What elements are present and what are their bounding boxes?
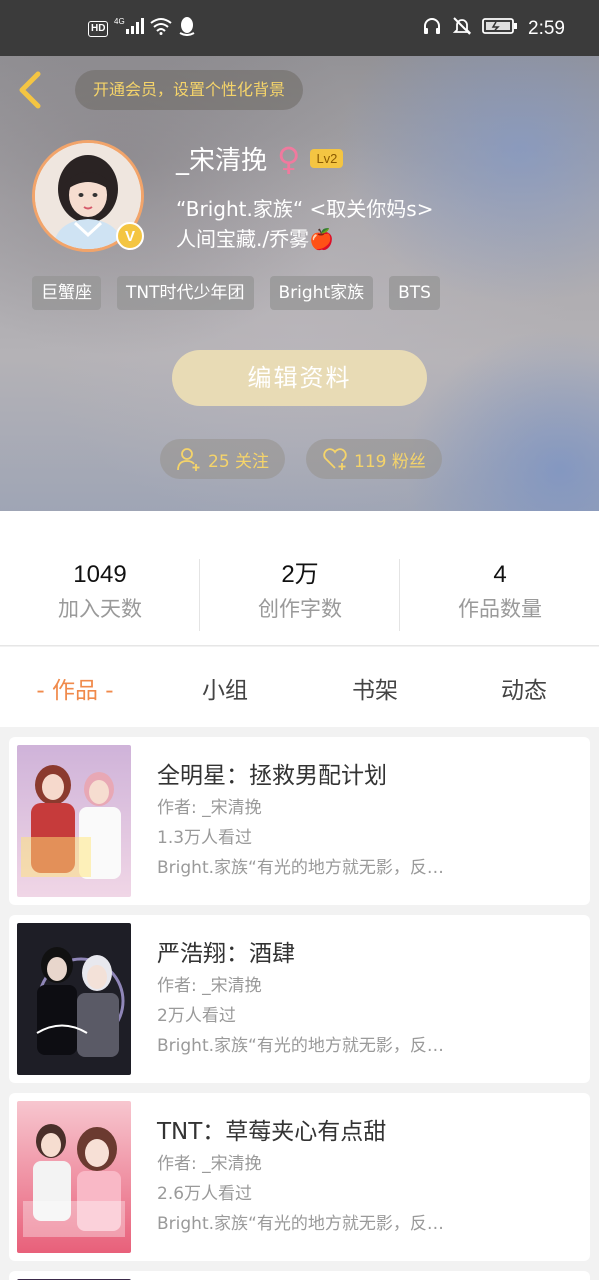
back-button[interactable] (14, 70, 50, 110)
status-bar: HD 4G 2:59 (0, 0, 599, 56)
stat-label: 加入天数 (58, 597, 142, 621)
cellular-signal-icon: 4G (114, 16, 145, 41)
stats-panel: 1049 加入天数 2万 创作字数 4 作品数量 (0, 511, 599, 646)
battery-icon (482, 17, 518, 40)
list-item[interactable]: 全明星：拯救男配计划 作者: _宋清挽 1.3万人看过 Bright.家族“有光… (9, 737, 590, 905)
name-row: _宋清挽 ♀ Lv2 (176, 139, 344, 178)
stat-value: 4 (493, 561, 507, 588)
book-cover (17, 1101, 131, 1253)
list-item[interactable]: TNT：草莓夹心有点甜 作者: _宋清挽 2.6万人看过 Bright.家族“有… (9, 1093, 590, 1261)
following-count: 25 关注 (208, 451, 270, 472)
hd-indicator: HD (88, 20, 109, 37)
stat-value: 2万 (281, 561, 319, 588)
book-author: 作者: _宋清挽 (157, 976, 262, 996)
tag-item[interactable]: Bright家族 (269, 276, 374, 310)
book-description: Bright.家族“有光的地方就无影，反… (157, 1036, 444, 1056)
book-views: 1.3万人看过 (157, 828, 253, 848)
level-badge: Lv2 (310, 149, 344, 168)
profile-tabs: - 作品 - 小组 书架 动态 (0, 647, 599, 727)
bio: “Bright.家族“ <取关你妈s> 人间宝藏./乔雾🍎 (176, 194, 433, 254)
tab-activity[interactable]: 动态 (449, 671, 599, 705)
tag-item[interactable]: TNT时代少年团 (117, 276, 254, 310)
qq-icon (178, 16, 196, 41)
tab-bookshelf[interactable]: 书架 (300, 671, 450, 705)
tab-works[interactable]: - 作品 - (0, 671, 150, 705)
fans-count: 119 粉丝 (354, 451, 426, 472)
chevron-left-icon (19, 71, 41, 109)
stat-value: 1049 (73, 561, 127, 588)
book-description: Bright.家族“有光的地方就无影，反… (157, 858, 444, 878)
bio-line-1: “Bright.家族“ <取关你妈s> (176, 197, 434, 221)
list-item-partial[interactable] (9, 1271, 590, 1280)
verified-badge: V (116, 222, 144, 250)
mute-bell-icon (452, 16, 472, 41)
book-author: 作者: _宋清挽 (157, 1154, 262, 1174)
tag-item[interactable]: BTS (389, 276, 440, 310)
clock: 2:59 (528, 17, 565, 39)
stat-days-joined: 1049 加入天数 (0, 559, 200, 627)
book-cover (17, 923, 131, 1075)
book-description: Bright.家族“有光的地方就无影，反… (157, 1214, 444, 1234)
list-item[interactable]: 严浩翔：酒肆 作者: _宋清挽 2万人看过 Bright.家族“有光的地方就无影… (9, 915, 590, 1083)
profile-header: HD 4G 2:59 开通会员，设置个性化背景 V _宋清挽 ♀ Lv2 “Br… (0, 0, 599, 511)
following-button[interactable]: 25 关注 (160, 439, 286, 479)
vip-background-button[interactable]: 开通会员，设置个性化背景 (75, 70, 304, 110)
book-views: 2.6万人看过 (157, 1184, 253, 1204)
female-icon: ♀ (277, 139, 301, 178)
stat-works-count: 4 作品数量 (400, 559, 599, 627)
avatar-container[interactable]: V (32, 140, 144, 252)
fans-button[interactable]: 119 粉丝 (306, 439, 442, 479)
book-cover (17, 745, 131, 897)
book-title: TNT：草莓夹心有点甜 (157, 1119, 387, 1145)
book-title: 严浩翔：酒肆 (157, 941, 295, 967)
stat-label: 作品数量 (458, 597, 542, 621)
tab-groups[interactable]: 小组 (150, 671, 300, 705)
stat-label: 创作字数 (258, 597, 342, 621)
add-user-icon (177, 448, 200, 471)
book-views: 2万人看过 (157, 1006, 236, 1026)
tag-item[interactable]: 巨蟹座 (32, 276, 101, 310)
wifi-icon (150, 17, 173, 40)
bio-line-2: 人间宝藏./乔雾🍎 (176, 227, 334, 251)
book-title: 全明星：拯救男配计划 (157, 763, 387, 789)
stat-word-count: 2万 创作字数 (200, 559, 400, 627)
book-author: 作者: _宋清挽 (157, 798, 262, 818)
heart-plus-icon (323, 448, 347, 470)
works-list: 全明星：拯救男配计划 作者: _宋清挽 1.3万人看过 Bright.家族“有光… (9, 737, 590, 1280)
tag-list: 巨蟹座 TNT时代少年团 Bright家族 BTS (32, 276, 440, 310)
svg-text:4G: 4G (114, 17, 125, 26)
username: _宋清挽 (176, 146, 268, 176)
headphones-icon (422, 16, 442, 41)
edit-profile-button[interactable]: 编辑资料 (172, 350, 427, 406)
